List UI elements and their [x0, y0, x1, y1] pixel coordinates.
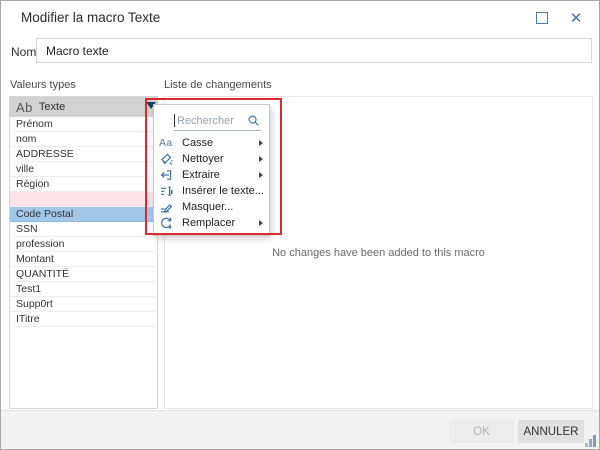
menu-item-extraire[interactable]: Extraire [154, 167, 269, 183]
menu-item-label: Casse [182, 137, 259, 149]
menu-item-label: Insérer le texte... [182, 185, 265, 197]
empty-changes-message: No changes have been added to this macro [272, 247, 485, 259]
extract-icon [158, 168, 173, 182]
footer-bar: OK ANNULER [1, 410, 599, 450]
text-type-icon: Ab [16, 100, 33, 115]
mask-icon [158, 200, 173, 214]
list-item-label: Montant [16, 253, 54, 265]
modify-macro-dialog: Modifier la macro Texte ✕ Nom Valeurs ty… [0, 0, 600, 450]
menu-item-label: Nettoyer [182, 153, 259, 165]
list-item-label: Région [16, 178, 49, 190]
list-item-label: profession [16, 238, 64, 250]
search-placeholder: Rechercher [177, 115, 247, 127]
list-item-quantit[interactable]: QUANTITÉ [10, 267, 157, 282]
menu-search-input[interactable]: Rechercher [174, 111, 261, 131]
list-item-label: Test1 [16, 283, 41, 295]
menu-item-list: Aa Casse Nettoyer Extraire Insérer le texte.… [154, 135, 269, 231]
list-item-addresse[interactable]: ADDRESSE [10, 147, 157, 162]
maximize-button[interactable] [531, 8, 553, 28]
menu-item-ins-rer-le-texte[interactable]: Insérer le texte... [154, 183, 269, 199]
resize-grip[interactable] [583, 434, 596, 447]
submenu-arrow-icon [259, 172, 263, 178]
font-case-icon: Aa [158, 136, 173, 150]
text-caret [174, 114, 175, 127]
list-item-label: Code Postal [16, 208, 73, 220]
ok-button[interactable]: OK [449, 420, 514, 443]
replace-icon [158, 216, 173, 230]
value-type-list-body: Prénom nom ADDRESSE ville Région Code Postal S… [10, 117, 157, 327]
list-item-empty[interactable] [10, 192, 157, 207]
close-icon: ✕ [570, 11, 583, 26]
list-item-ititre[interactable]: ITitre [10, 312, 157, 327]
search-icon [247, 114, 260, 127]
changes-list-label: Liste de changements [164, 79, 272, 91]
clean-icon [158, 152, 173, 166]
list-item-label: Supp0rt [16, 298, 53, 310]
list-item-montant[interactable]: Montant [10, 252, 157, 267]
menu-item-label: Masquer... [182, 201, 265, 213]
cancel-button[interactable]: ANNULER [518, 420, 584, 443]
list-item-code-postal[interactable]: Code Postal [10, 207, 157, 222]
name-label: Nom [11, 45, 36, 59]
close-button[interactable]: ✕ [565, 8, 587, 28]
list-item-nom[interactable]: nom [10, 132, 157, 147]
list-header-texte[interactable]: Ab Texte [10, 97, 157, 117]
submenu-arrow-icon [259, 140, 263, 146]
menu-item-nettoyer[interactable]: Nettoyer [154, 151, 269, 167]
menu-item-masquer[interactable]: Masquer... [154, 199, 269, 215]
value-types-label: Valeurs types [10, 79, 76, 91]
list-item-r-gion[interactable]: Région [10, 177, 157, 192]
insert-text-icon [158, 184, 173, 198]
dialog-title: Modifier la macro Texte [21, 10, 160, 25]
list-item-supp0rt[interactable]: Supp0rt [10, 297, 157, 312]
list-item-label: ADDRESSE [16, 148, 74, 160]
menu-item-remplacer[interactable]: Remplacer [154, 215, 269, 231]
list-item-profession[interactable]: profession [10, 237, 157, 252]
maximize-icon [536, 12, 548, 24]
list-item-label: QUANTITÉ [16, 268, 69, 280]
menu-item-label: Extraire [182, 169, 259, 181]
macro-name-input[interactable] [36, 38, 592, 63]
list-item-pr-nom[interactable]: Prénom [10, 117, 157, 132]
value-type-list: Ab Texte Prénom nom ADDRESSE ville Région Cod… [9, 96, 158, 409]
list-item-label: nom [16, 133, 36, 145]
list-item-label: ITitre [16, 313, 40, 325]
changes-dropdown-menu: Rechercher Aa Casse Nettoyer Extraire Insére… [153, 104, 270, 236]
list-item-ville[interactable]: ville [10, 162, 157, 177]
list-item-label: Prénom [16, 118, 53, 130]
menu-item-casse[interactable]: Aa Casse [154, 135, 269, 151]
menu-item-label: Remplacer [182, 217, 259, 229]
list-item-label: SSN [16, 223, 38, 235]
list-header-label: Texte [39, 101, 65, 113]
submenu-arrow-icon [259, 220, 263, 226]
submenu-arrow-icon [259, 156, 263, 162]
list-item-label: ville [16, 163, 34, 175]
list-item-ssn[interactable]: SSN [10, 222, 157, 237]
list-item-test1[interactable]: Test1 [10, 282, 157, 297]
